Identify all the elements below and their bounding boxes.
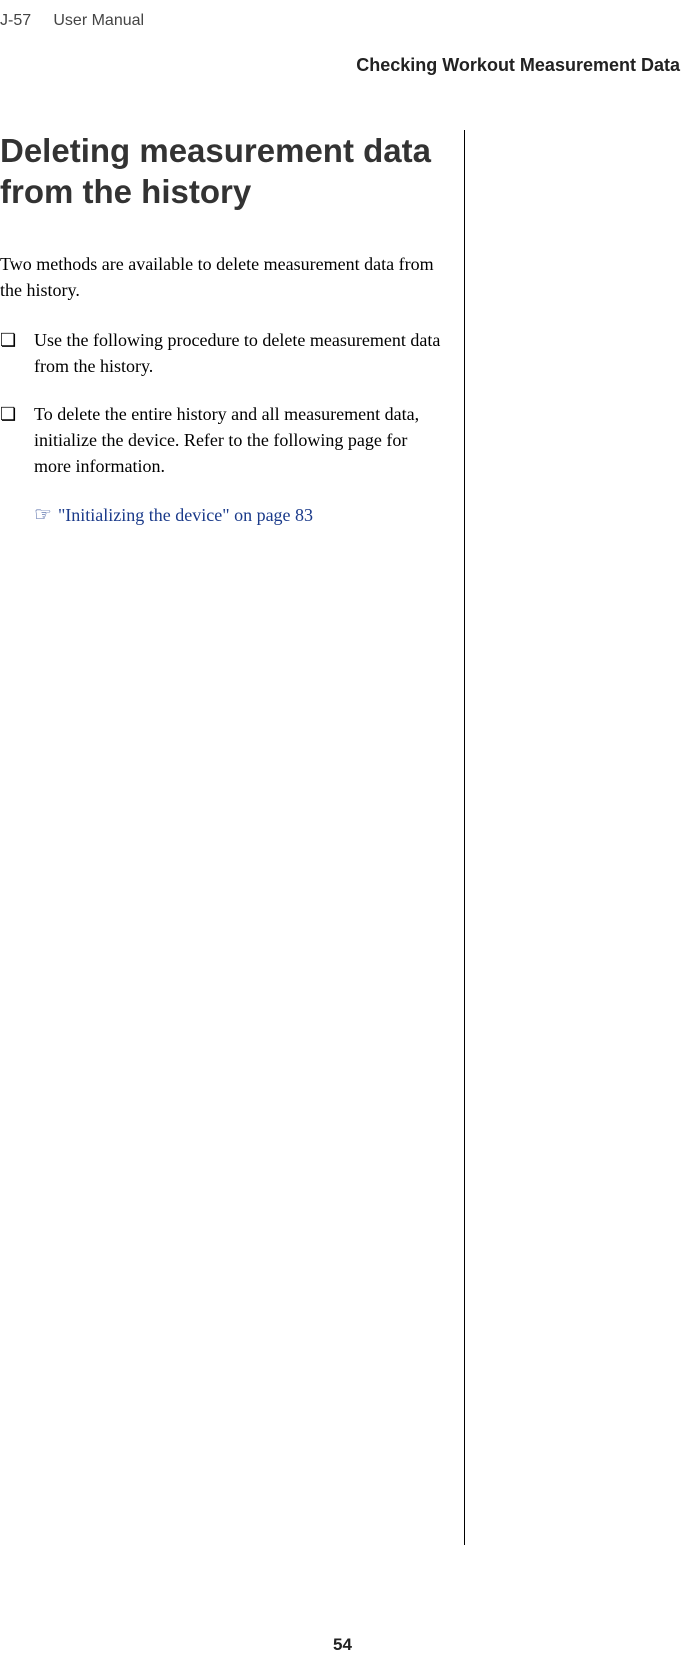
page-number: 54 [0,1635,685,1655]
cross-reference-link[interactable]: "Initializing the device" on page 83 [58,503,313,528]
list-item: ❏ Use the following procedure to delete … [0,327,444,379]
content-column: Deleting measurement data from the histo… [0,130,465,1545]
manual-label: User Manual [53,12,144,29]
model-code: J-57 [0,12,31,29]
list-item-text: Use the following procedure to delete me… [34,327,444,379]
list-item-text: To delete the entire history and all mea… [34,401,444,479]
section-title: Deleting measurement data from the histo… [0,130,444,213]
header-left: J-57 User Manual [0,12,144,30]
intro-paragraph: Two methods are available to delete meas… [0,251,444,303]
cross-reference: ☞ "Initializing the device" on page 83 [34,501,444,529]
hollow-square-bullet-icon: ❏ [0,327,34,379]
list-item: ❏ To delete the entire history and all m… [0,401,444,479]
pointing-hand-icon: ☞ [34,501,52,529]
chapter-title: Checking Workout Measurement Data [356,55,680,76]
hollow-square-bullet-icon: ❏ [0,401,34,479]
